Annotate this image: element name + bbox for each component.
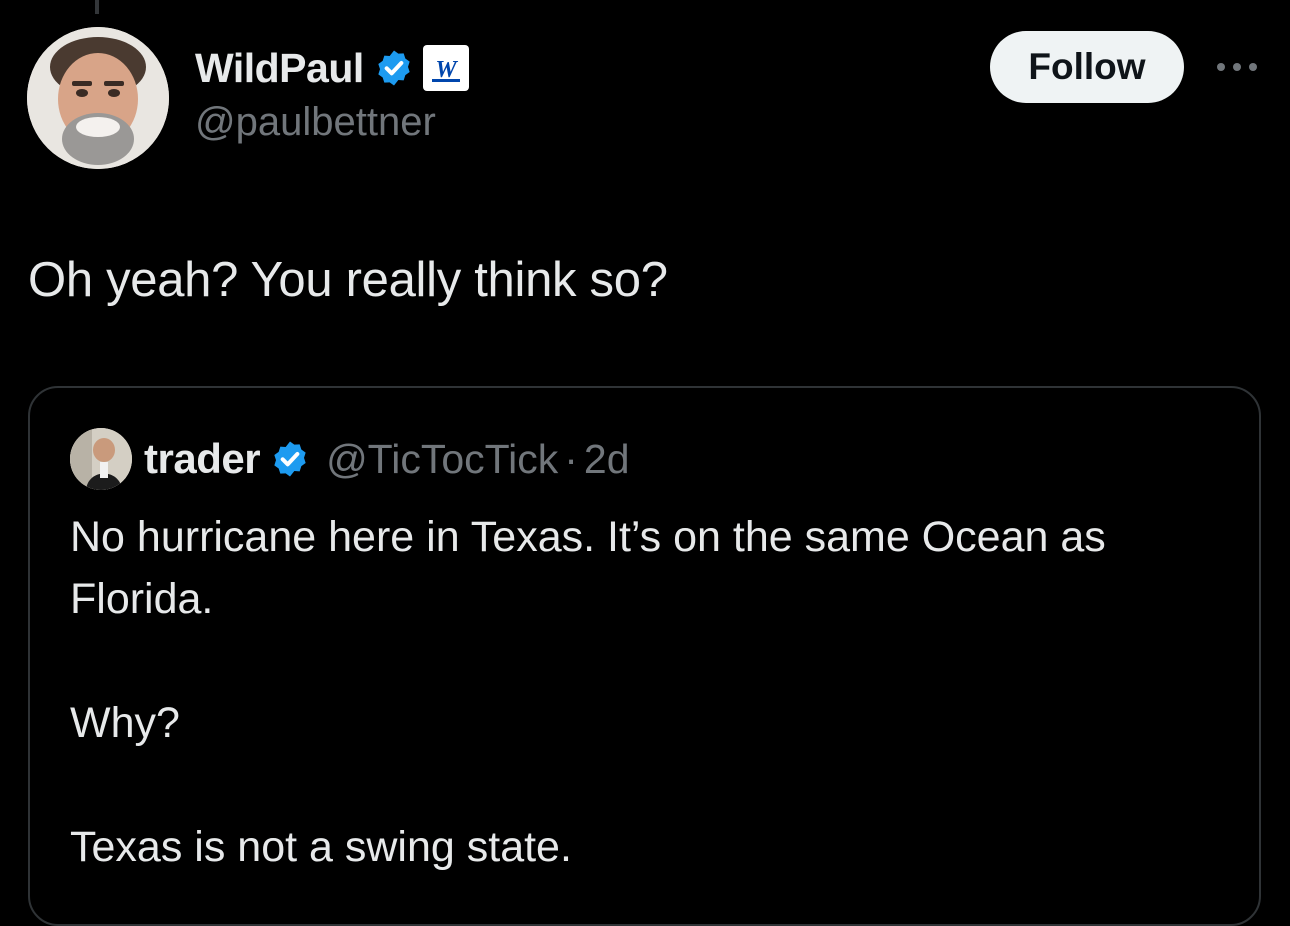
author-handle[interactable]: @paulbettner xyxy=(195,100,436,145)
quoted-separator: · xyxy=(564,435,578,482)
quoted-handle[interactable]: @TicTocTick xyxy=(326,436,558,483)
quoted-tweet-text: No hurricane here in Texas. It’s on the … xyxy=(70,513,1106,871)
affiliate-badge-icon[interactable]: W xyxy=(422,45,469,91)
more-options-icon[interactable] xyxy=(1212,52,1262,82)
quoted-timestamp[interactable]: 2d xyxy=(584,436,630,483)
avatar-photo xyxy=(27,27,169,169)
quoted-tweet-card[interactable]: trader @TicTocTick · 2d No hurricane her… xyxy=(28,386,1261,926)
verified-badge-icon[interactable] xyxy=(374,48,414,88)
author-name-row: WildPaul W xyxy=(195,40,469,96)
quoted-avatar-photo xyxy=(70,428,132,490)
quoted-tweet-header: trader @TicTocTick · 2d xyxy=(70,428,630,490)
quoted-author-avatar[interactable] xyxy=(70,428,132,490)
author-avatar[interactable] xyxy=(27,27,169,169)
follow-button[interactable]: Follow xyxy=(990,31,1184,103)
quoted-display-name[interactable]: trader xyxy=(144,435,261,483)
thread-connector-line xyxy=(95,0,99,14)
tweet-text: Oh yeah? You really think so? xyxy=(28,253,668,307)
quoted-verified-badge-icon[interactable] xyxy=(270,439,310,479)
author-display-name[interactable]: WildPaul xyxy=(195,45,364,92)
